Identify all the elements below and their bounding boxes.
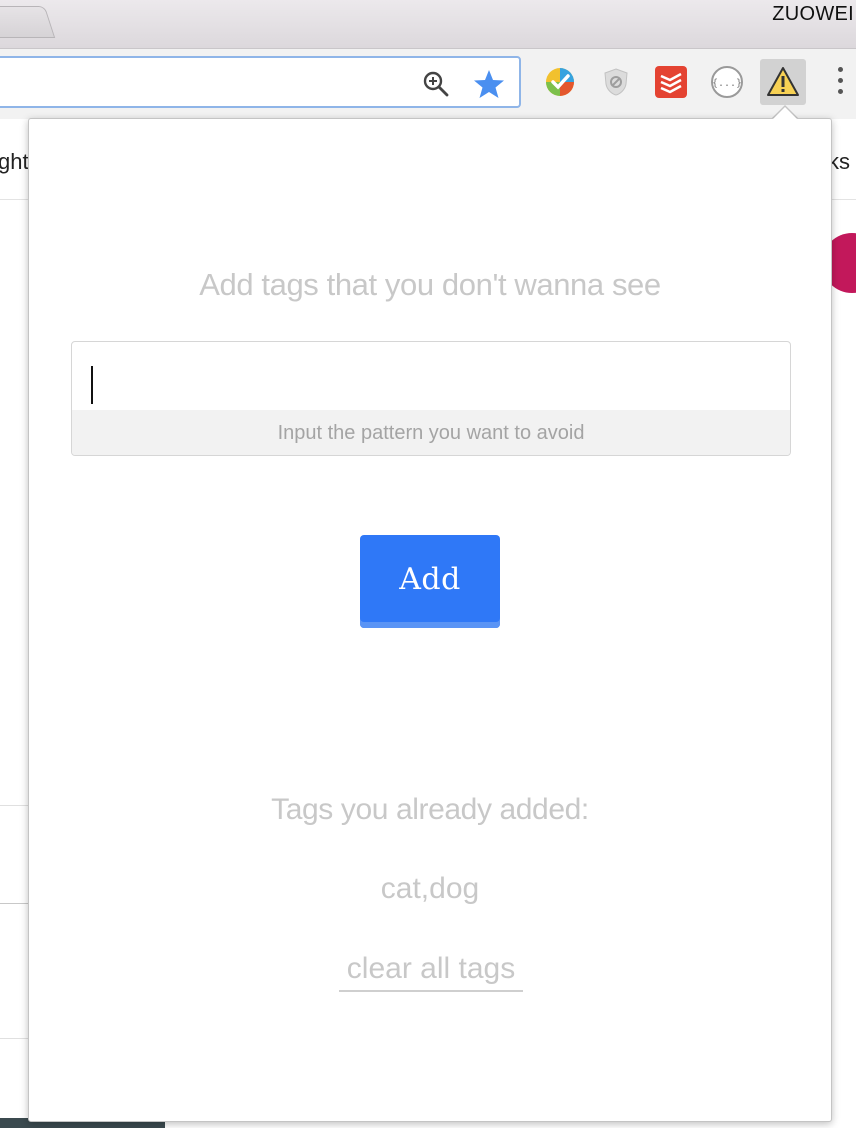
tag-input-container[interactable]: Input the pattern you want to avoid <box>71 341 791 456</box>
colorful-extension-icon[interactable] <box>543 65 577 99</box>
window-titlebar: ZUOWEI <box>0 0 856 49</box>
shield-extension-icon[interactable] <box>599 65 633 99</box>
tag-pattern-input[interactable] <box>72 342 790 410</box>
bookmark-item[interactable]: ght <box>0 149 29 175</box>
added-tags-label: Tags you already added: <box>271 793 589 826</box>
added-tags-list: cat,dog <box>380 872 480 905</box>
warning-extension-icon[interactable] <box>760 59 806 105</box>
extension-popup: Add tags that you don't wanna see Input … <box>28 118 832 1122</box>
add-button[interactable]: Add <box>360 535 500 628</box>
json-formatter-extension-icon[interactable]: {...} <box>710 65 744 99</box>
zoom-in-icon[interactable] <box>422 70 450 98</box>
page-divider <box>0 903 30 904</box>
browser-tab[interactable] <box>0 6 56 38</box>
page-divider <box>0 1038 30 1039</box>
input-hint: Input the pattern you want to avoid <box>72 410 790 455</box>
popup-arrow-fill <box>772 107 798 120</box>
text-caret <box>91 366 93 404</box>
svg-text:{...}: {...} <box>712 78 742 89</box>
todoist-extension-icon[interactable] <box>654 65 688 99</box>
star-icon[interactable] <box>473 69 505 99</box>
popup-heading: Add tags that you don't wanna see <box>199 267 661 302</box>
profile-name[interactable]: ZUOWEI <box>772 3 854 26</box>
page-divider <box>0 805 30 806</box>
more-vert-icon[interactable] <box>830 67 850 99</box>
address-bar[interactable] <box>0 56 521 108</box>
clear-all-tags-link[interactable]: clear all tags <box>339 952 523 992</box>
browser-toolbar: {...} <box>0 49 856 119</box>
